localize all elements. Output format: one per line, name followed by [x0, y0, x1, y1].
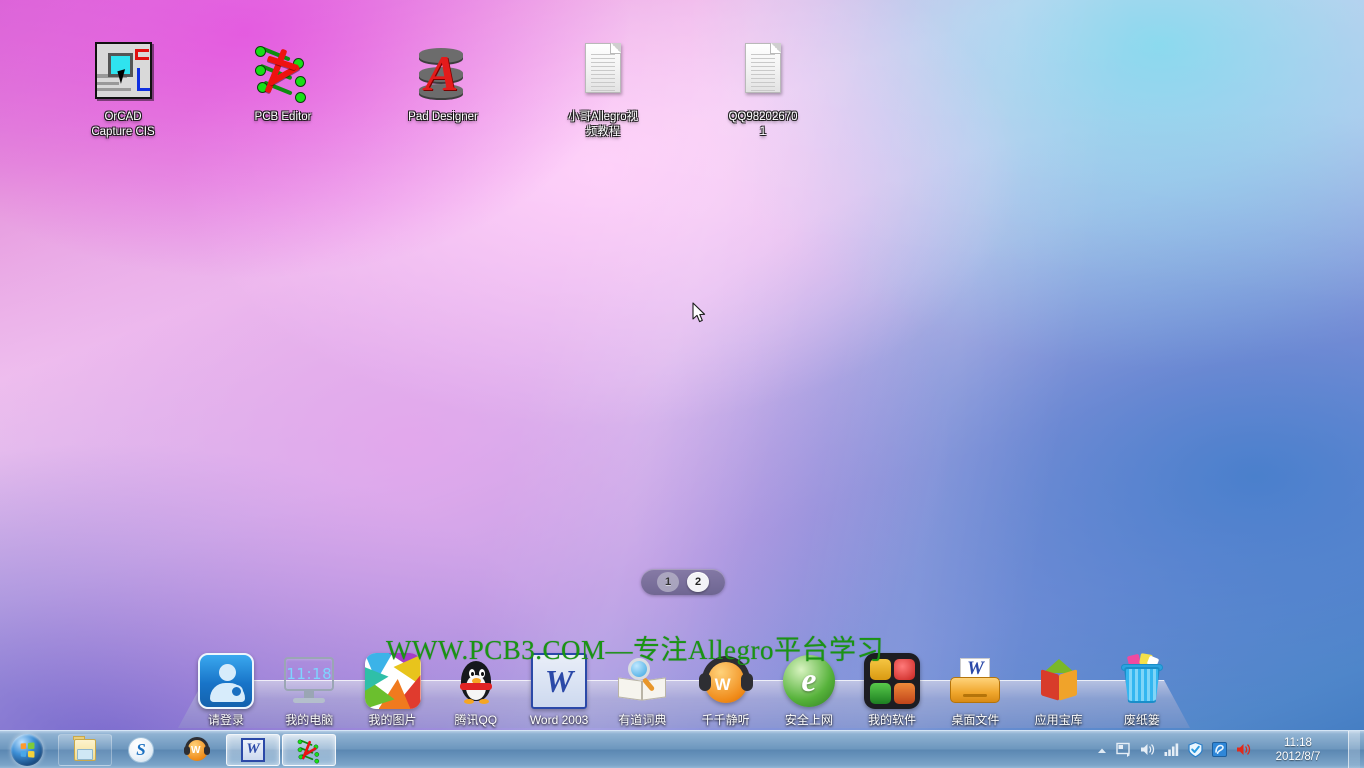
- flag-monitor-icon[interactable]: [1115, 741, 1132, 758]
- software-folder-icon: [864, 653, 921, 709]
- dock-item-label: 我的软件: [868, 713, 917, 727]
- dock-item-my-software[interactable]: 我的软件: [852, 653, 932, 728]
- browser-e-icon: e: [781, 653, 837, 709]
- document-tray-icon: W: [947, 653, 1003, 709]
- dock-item-label: 我的图片: [368, 713, 417, 727]
- pcb-nets-icon: [296, 737, 322, 763]
- dock-item-label: 废纸篓: [1123, 713, 1160, 727]
- page-dot-2[interactable]: 2: [687, 572, 709, 592]
- desktop-icon-pcb-editor[interactable]: PCB Editor: [224, 40, 342, 125]
- show-desktop-button[interactable]: [1348, 730, 1360, 768]
- dock-item-desktop-files[interactable]: W 桌面文件: [935, 653, 1015, 728]
- taskbar[interactable]: S W W 11:18 2012/8/7: [0, 730, 1364, 768]
- text-document-icon: [731, 40, 795, 104]
- dock-item-label: 桌面文件: [951, 713, 1000, 727]
- dock-item-ttplayer[interactable]: W 千千静听: [686, 653, 766, 728]
- desktop-icon-label: QQ98202670 1: [728, 111, 798, 138]
- dock-item-label: Word 2003: [529, 713, 589, 727]
- pad-designer-icon: A: [411, 40, 475, 104]
- desktop-icon-label: Pad Designer: [408, 111, 478, 123]
- system-tray[interactable]: 11:18 2012/8/7: [1096, 730, 1364, 768]
- speaker-icon[interactable]: [1139, 741, 1156, 758]
- dock-item-label: 应用宝库: [1034, 713, 1083, 727]
- folder-icon: [72, 735, 98, 763]
- dock-item-my-pictures[interactable]: 我的图片: [353, 653, 433, 728]
- desktop-icon-label: OrCAD Capture CIS: [91, 111, 155, 138]
- dock-item-label: 千千静听: [701, 713, 750, 727]
- desktop-icon-layer: OrCAD Capture CIS PCB Editor A Pad Desig…: [0, 0, 1364, 520]
- desktop[interactable]: OrCAD Capture CIS PCB Editor A Pad Desig…: [0, 0, 1364, 768]
- taskbar-button-word[interactable]: W: [226, 733, 280, 766]
- dock-item-label: 腾讯QQ: [454, 713, 498, 727]
- headphones-icon: W: [698, 653, 754, 709]
- word-icon: W: [240, 737, 266, 763]
- clock-time: 11:18: [1284, 736, 1312, 749]
- text-document-icon: [571, 40, 635, 104]
- taskbar-buttons[interactable]: S W W: [58, 732, 336, 768]
- sogou-s-icon: S: [128, 736, 154, 763]
- desktop-page-indicator[interactable]: 1 2: [641, 569, 725, 595]
- dock-item-label: 请登录: [207, 713, 244, 727]
- dictionary-magnifier-icon: [614, 653, 670, 709]
- start-button[interactable]: [2, 732, 52, 768]
- taskbar-button-sogou-input[interactable]: S: [114, 734, 168, 766]
- dock-item-safe-browsing[interactable]: e 安全上网: [769, 653, 849, 728]
- windows-orb-icon: [11, 733, 43, 766]
- dock-item-recycle-bin[interactable]: 废纸篓: [1102, 653, 1182, 728]
- desktop-icon-xiaoge-allegro-video-tutorial[interactable]: 小哥Allegro视 频教程: [544, 40, 662, 140]
- dock-item-tencent-qq[interactable]: 腾讯QQ: [436, 653, 516, 728]
- word-icon: W: [531, 653, 588, 709]
- pcb-nets-icon: [251, 40, 315, 104]
- pinwheel-photos-icon: [364, 653, 421, 709]
- page-dot-1[interactable]: 1: [657, 572, 679, 592]
- desktop-dock[interactable]: 请登录 11:18 我的电脑 我的图片 腾讯QQ W Word 2003 有道词…: [0, 620, 1364, 730]
- desktop-icon-qq982026701[interactable]: QQ98202670 1: [704, 40, 822, 140]
- dock-item-my-computer[interactable]: 11:18 我的电脑: [269, 653, 349, 728]
- qq-box-icon[interactable]: [1211, 741, 1228, 758]
- dock-item-label: 有道词典: [618, 713, 667, 727]
- qq-penguin-icon: [448, 653, 504, 709]
- user-avatar-icon: [198, 653, 254, 709]
- dock-item-label: 我的电脑: [285, 713, 334, 727]
- blue-shield-icon[interactable]: [1187, 741, 1204, 758]
- dock-item-label: 安全上网: [784, 713, 833, 727]
- taskbar-button-windows-explorer[interactable]: [58, 733, 112, 766]
- dock-item-app-store[interactable]: 应用宝库: [1019, 653, 1099, 728]
- monitor-icon: 11:18: [281, 653, 337, 709]
- monitor-clock-text: 11:18: [286, 665, 333, 683]
- dock-item-youdao-dict[interactable]: 有道词典: [602, 653, 682, 728]
- taskbar-button-ttplayer[interactable]: W: [170, 734, 224, 766]
- desktop-icon-orcad-capture-cis[interactable]: OrCAD Capture CIS: [64, 40, 182, 140]
- headphones-icon: W: [184, 736, 210, 763]
- chevron-up-icon[interactable]: [1096, 744, 1108, 756]
- dock-item-word-2003[interactable]: W Word 2003: [519, 653, 599, 728]
- signal-bars-icon[interactable]: [1163, 741, 1180, 758]
- trash-bin-icon: [1114, 653, 1170, 709]
- dock-item-login[interactable]: 请登录: [186, 653, 266, 728]
- cube-icon: [1031, 653, 1087, 709]
- orcad-chip-icon: [91, 40, 155, 104]
- taskbar-clock[interactable]: 11:18 2012/8/7: [1261, 736, 1335, 764]
- red-speaker-icon[interactable]: [1235, 741, 1252, 758]
- taskbar-button-pcb-editor[interactable]: [282, 733, 336, 766]
- desktop-icon-label: 小哥Allegro视 频教程: [567, 111, 639, 138]
- desktop-icon-label: PCB Editor: [254, 111, 312, 123]
- clock-date: 2012/8/7: [1275, 750, 1321, 763]
- desktop-icon-pad-designer[interactable]: A Pad Designer: [384, 40, 502, 125]
